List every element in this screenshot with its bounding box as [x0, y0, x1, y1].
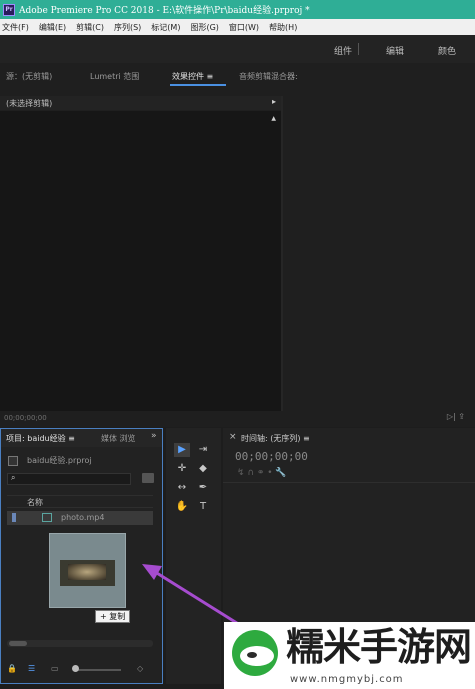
copy-drag-tooltip: + 复制 [95, 610, 131, 623]
watermark: 糯米手游网 www.nmgmybj.com [224, 622, 475, 689]
tab-project[interactable]: 项目: baidu经验 ≡ [6, 433, 75, 444]
effect-controls-timecode: 00;00;00;00 [4, 414, 47, 422]
slip-tool-icon[interactable]: ↔ [174, 481, 190, 495]
effect-controls-body: ▲ [0, 111, 281, 411]
menu-help[interactable]: 帮助(H) [269, 22, 297, 33]
project-filename: baidu经验.prproj [27, 456, 92, 465]
project-file-icon [8, 456, 18, 466]
timeline-tool-icons[interactable]: ↯ ∩ ⚭ • 🔧 [237, 468, 287, 478]
title-bar: Pr Adobe Premiere Pro CC 2018 - E:\软件操作\… [0, 0, 475, 19]
sort-icon[interactable]: ◇ [137, 664, 143, 673]
column-name-header[interactable]: 名称 [27, 497, 43, 508]
video-clip-icon [42, 513, 52, 522]
workspace-editing[interactable]: 编辑 [386, 44, 404, 57]
tab-media-browser[interactable]: 媒体 浏览 [101, 433, 136, 444]
hand-tool-icon[interactable]: ✋ [174, 500, 190, 514]
tab-effect-controls[interactable]: 效果控件 ≡ [172, 71, 213, 82]
clip-name: photo.mp4 [61, 513, 105, 522]
watermark-url: www.nmgmybj.com [290, 674, 404, 685]
menu-file[interactable]: 文件(F) [2, 22, 29, 33]
label-color-swatch [12, 513, 16, 522]
workspace-bar: 组件 编辑 颜色 [0, 35, 475, 63]
effect-controls-panel: 源：(无剪辑) Lumetri 范围 效果控件 ≡ 音频剪辑混合器: (未选择剪… [0, 63, 475, 427]
workspace-assembly[interactable]: 组件 [334, 44, 352, 57]
effect-controls-header: (未选择剪辑) ▸ [0, 96, 281, 110]
project-tab-strip: 项目: baidu经验 ≡ 媒体 浏览 » [1, 429, 162, 447]
clip-preview-image [60, 560, 115, 586]
zoom-slider[interactable] [77, 669, 121, 671]
no-clip-selected-label: (未选择剪辑) [6, 99, 53, 108]
workspace-color[interactable]: 颜色 [438, 44, 456, 57]
type-tool-icon[interactable]: T [195, 500, 211, 514]
project-footer: 🔒 ☰ ▭ ◇ [1, 660, 162, 680]
watermark-title: 糯米手游网 [286, 625, 472, 669]
zoom-slider-handle[interactable] [72, 665, 79, 672]
icon-view-icon[interactable]: ▭ [51, 664, 59, 673]
project-search-input[interactable]: ⌕ [7, 473, 131, 485]
timeline-tab-title[interactable]: 时间轴: (无序列) ≡ [241, 433, 310, 444]
menu-marker[interactable]: 标记(M) [151, 22, 180, 33]
list-view-icon[interactable]: ☰ [28, 664, 35, 673]
menu-bar: 文件(F) 编辑(E) 剪辑(C) 序列(S) 标记(M) 图形(G) 窗口(W… [0, 19, 475, 35]
watermark-logo-icon [232, 630, 278, 676]
active-tab-indicator [170, 84, 226, 86]
column-header-row: 名称 [7, 495, 153, 508]
workspace-separator [358, 43, 359, 55]
menu-sequence[interactable]: 序列(S) [114, 22, 141, 33]
panel-divider[interactable] [281, 96, 283, 411]
premiere-app-icon[interactable]: Pr [3, 3, 15, 16]
tab-source[interactable]: 源：(无剪辑) [6, 71, 52, 82]
tab-lumetri-scopes[interactable]: Lumetri 范围 [90, 71, 139, 82]
close-icon[interactable]: × [229, 432, 237, 442]
panel-tab-strip: 源：(无剪辑) Lumetri 范围 效果控件 ≡ 音频剪辑混合器: [0, 63, 475, 89]
tools-panel: ▶ ⇥ ✛ ◆ ↔ ✒ ✋ T [166, 428, 221, 684]
timeline-timecode[interactable]: 00;00;00;00 [235, 450, 308, 463]
tab-audio-clip-mixer[interactable]: 音频剪辑混合器: [239, 71, 298, 82]
expand-arrow-icon[interactable]: ▸ [272, 97, 276, 106]
ripple-edit-tool-icon[interactable]: ✛ [174, 462, 190, 476]
dragged-clip-thumbnail[interactable] [49, 533, 126, 608]
scrollbar-thumb[interactable] [9, 641, 27, 646]
menu-window[interactable]: 窗口(W) [229, 22, 259, 33]
menu-graphics[interactable]: 图形(G) [190, 22, 218, 33]
track-select-tool-icon[interactable]: ⇥ [195, 443, 211, 457]
new-bin-icon[interactable] [142, 473, 154, 483]
menu-edit[interactable]: 编辑(E) [39, 22, 66, 33]
selection-tool-icon[interactable]: ▶ [174, 443, 190, 457]
export-icons[interactable]: ▷| ⇪ [447, 412, 465, 421]
list-item[interactable]: photo.mp4 [7, 511, 153, 525]
scroll-up-icon[interactable]: ▲ [271, 115, 276, 122]
lock-icon[interactable]: 🔒 [7, 664, 17, 673]
more-tabs-icon[interactable]: » [151, 431, 157, 441]
window-title: Adobe Premiere Pro CC 2018 - E:\软件操作\Pr\… [19, 6, 310, 16]
project-panel: 项目: baidu经验 ≡ 媒体 浏览 » baidu经验.prproj ⌕ 名… [0, 428, 163, 684]
search-icon: ⌕ [11, 473, 16, 482]
menu-clip[interactable]: 剪辑(C) [76, 22, 104, 33]
razor-tool-icon[interactable]: ◆ [195, 462, 211, 476]
horizontal-scrollbar[interactable] [7, 640, 153, 647]
timeline-divider [223, 482, 475, 483]
pen-tool-icon[interactable]: ✒ [195, 481, 211, 495]
